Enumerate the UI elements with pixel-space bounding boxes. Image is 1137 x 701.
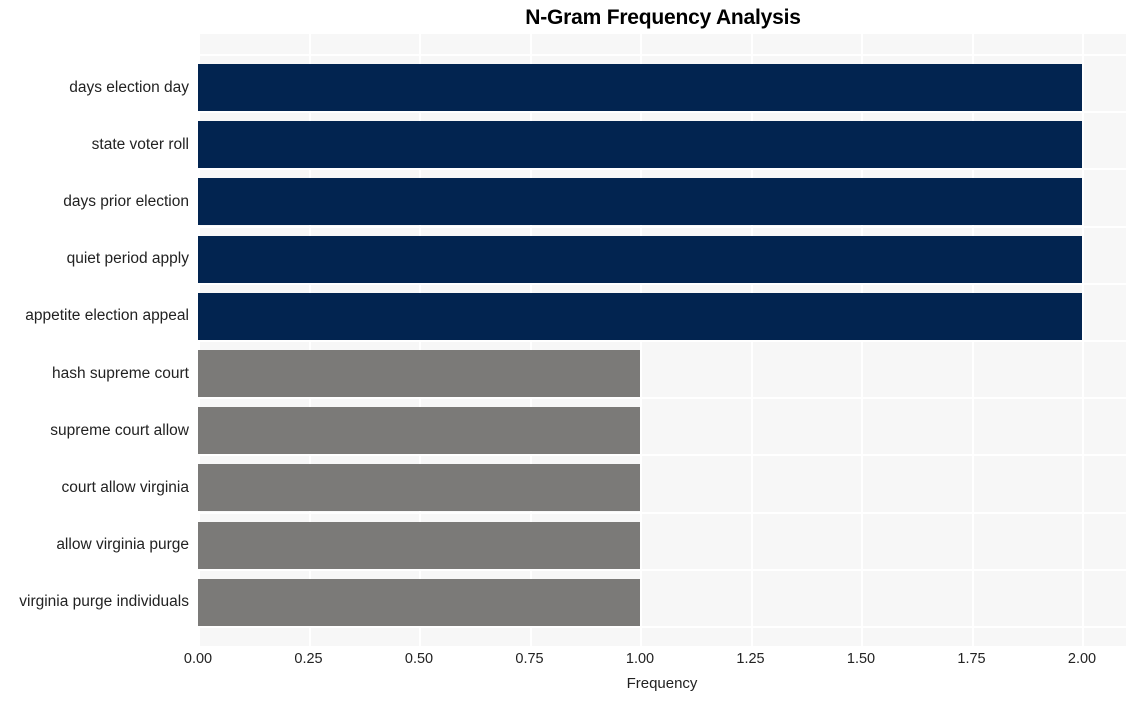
bar [198,178,1082,226]
y-axis-tick-label: allow virginia purge [56,536,189,554]
y-axis-tick-label: virginia purge individuals [19,593,189,611]
y-axis-tick-label: days election day [69,78,189,96]
x-axis-tick-label: 1.50 [846,651,876,667]
chart-title: N-Gram Frequency Analysis [525,6,801,29]
horizontal-gridline [198,111,1126,114]
x-axis-tick-label: 0.00 [183,651,213,667]
x-axis-tick-label: 1.75 [957,651,986,667]
y-axis-tick-label: quiet period apply [66,250,189,268]
bar [198,64,1082,111]
y-axis-tick-label: state voter roll [91,135,189,153]
bar [198,350,640,397]
y-axis-tick-label: supreme court allow [50,421,189,439]
horizontal-gridline [198,282,1126,285]
horizontal-gridline [198,54,1126,56]
plot-area [198,34,1126,646]
horizontal-gridline [198,340,1126,342]
x-axis-tick-label: 1.25 [736,651,765,667]
x-axis-tick-label: 0.75 [515,651,544,667]
x-axis-tick-label: 0.50 [404,651,434,667]
bar [198,464,640,512]
horizontal-gridline [198,568,1126,571]
y-axis-tick-label: court allow virginia [61,478,190,496]
x-axis-label: Frequency [626,675,698,692]
bar [198,235,1082,283]
bar [198,521,640,569]
chart-figure: N-Gram Frequency Analysis days election … [0,0,1137,701]
x-axis-tick-labels: 0.00 0.25 0.50 0.75 1.00 1.25 1.50 1.75 2.00 [184,650,1126,672]
y-axis-tick-labels: days election day state voter roll days pr… [0,34,198,646]
bar [198,121,1082,169]
horizontal-gridline [198,397,1126,400]
bar [198,407,640,455]
horizontal-gridline [198,225,1126,228]
horizontal-gridline [198,168,1126,171]
y-axis-tick-label: hash supreme court [52,364,189,382]
x-axis-tick-label: 2.00 [1067,651,1097,667]
horizontal-gridline [198,626,1126,628]
horizontal-gridline [198,511,1126,514]
bar [198,578,640,626]
x-axis-tick-label: 0.25 [294,651,323,667]
y-axis-tick-label: days prior election [63,192,189,210]
bar [198,292,1082,340]
x-axis-tick-label: 1.00 [625,651,655,667]
horizontal-gridline [198,454,1126,457]
y-axis-tick-label: appetite election appeal [25,307,189,325]
